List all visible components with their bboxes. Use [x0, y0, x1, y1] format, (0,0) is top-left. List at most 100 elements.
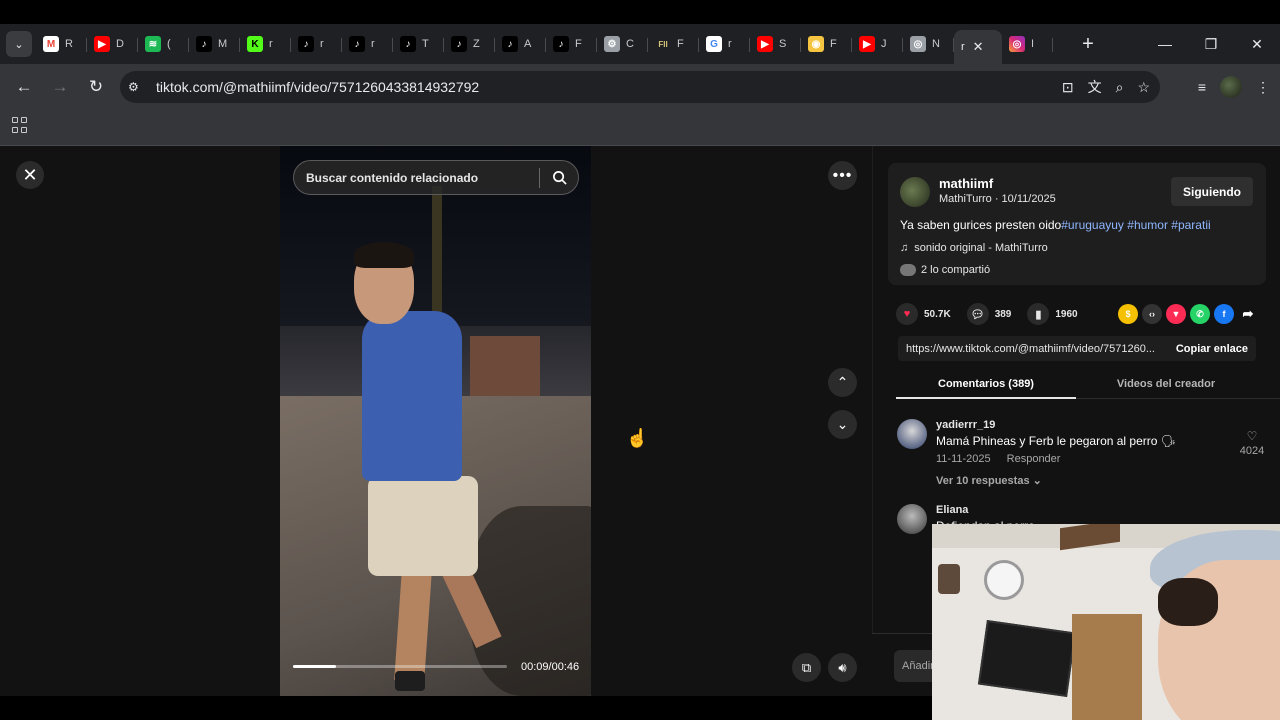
address-bar[interactable]: ⚙ tiktok.com/@mathiimf/video/75712604338… — [120, 71, 1160, 103]
browser-tab[interactable]: ♪ M — [189, 28, 240, 60]
coin-share-icon[interactable]: $ — [1118, 304, 1138, 324]
like-count: 50.7K — [924, 308, 951, 320]
close-video-button[interactable]: ✕ — [16, 161, 44, 189]
tab-creator-videos[interactable]: Videos del creador — [1076, 369, 1256, 399]
tab-comments[interactable]: Comentarios (389) — [896, 369, 1076, 399]
browser-tab[interactable]: ▶ D — [87, 28, 138, 60]
panel-tabs: Comentarios (389) Videos del creador — [896, 369, 1280, 399]
profile-avatar[interactable] — [1220, 76, 1242, 98]
browser-tab[interactable]: ▶ S — [750, 28, 801, 60]
address-url[interactable]: tiktok.com/@mathiimf/video/7571260433814… — [156, 79, 479, 95]
more-options-icon[interactable]: ••• — [828, 161, 857, 190]
copy-link-button[interactable]: Copiar enlace — [1176, 343, 1248, 355]
floating-player-icon[interactable]: ⧉ — [792, 653, 821, 682]
tab-label: r — [269, 38, 273, 50]
tab-label: C — [626, 38, 634, 50]
reply-button[interactable]: Responder — [1007, 453, 1061, 465]
browser-tab[interactable]: ♪ r — [342, 28, 393, 60]
browser-tab[interactable]: ≋( — [138, 28, 189, 60]
browser-tab[interactable]: ▶ J — [852, 28, 903, 60]
media-controls-icon[interactable]: ≡ — [1198, 79, 1206, 95]
browser-tab[interactable]: ♪ A — [495, 28, 546, 60]
browser-tab[interactable]: Kr — [240, 28, 291, 60]
video-person-shirt — [362, 311, 462, 481]
comment-avatar[interactable] — [897, 419, 927, 449]
browser-tab[interactable]: MR — [36, 28, 87, 60]
browser-tab[interactable]: ◉ F — [801, 28, 852, 60]
menu-kebab-icon[interactable]: ⋮ — [1256, 79, 1270, 96]
tab-close-icon[interactable]: ✕ — [973, 39, 984, 55]
browser-tab[interactable]: FII F — [648, 28, 699, 60]
chrome-icon: ◎ — [910, 36, 926, 52]
youtube-icon: ▶ — [757, 36, 773, 52]
webcam-overlay — [932, 524, 1280, 720]
comment-stat[interactable]: 💬︎ 389 — [966, 303, 1011, 325]
tab-instagram[interactable]: ◎ I — [1002, 28, 1053, 60]
browser-tab[interactable]: ♪ T — [393, 28, 444, 60]
like-stat[interactable]: ♥ 50.7K — [896, 303, 951, 325]
video-timecode: 00:09/00:46 — [521, 661, 580, 673]
video-progress-bar[interactable] — [293, 665, 507, 668]
save-stat[interactable]: ▮ 1960 — [1027, 303, 1078, 325]
close-window-icon[interactable]: ✕ — [1234, 24, 1280, 64]
back-icon[interactable]: ← — [8, 71, 40, 103]
send-friends-icon[interactable]: ▼ — [1166, 304, 1186, 324]
tab-search-button[interactable]: ⌄ — [6, 31, 32, 57]
bookmark-star-icon[interactable]: ☆ — [1137, 79, 1150, 96]
view-replies-label: Ver 10 respuestas — [936, 475, 1030, 487]
apps-grid-icon[interactable] — [12, 117, 28, 133]
volume-icon[interactable]: 🔊︎ — [828, 653, 857, 682]
video-pole — [432, 186, 442, 326]
post-link[interactable]: https://www.tiktok.com/@mathiimf/video/7… — [906, 343, 1176, 355]
music-note-icon: ♫ — [900, 242, 909, 254]
restore-icon[interactable]: ❐ — [1188, 24, 1234, 64]
facebook-icon[interactable]: f — [1214, 304, 1234, 324]
tab-active[interactable]: r ✕ — [954, 30, 1002, 64]
comment-date: 11-11-2025 — [936, 453, 991, 465]
comment-username[interactable]: Eliana — [936, 504, 968, 516]
author-username[interactable]: mathiimf — [939, 176, 993, 191]
share-arrow-icon[interactable]: ➦ — [1238, 304, 1258, 324]
browser-tab[interactable]: ♪ r — [291, 28, 342, 60]
comment-avatar[interactable] — [897, 504, 927, 534]
whatsapp-icon[interactable]: ✆ — [1190, 304, 1210, 324]
browser-tab[interactable]: ♪ Z — [444, 28, 495, 60]
webcam-door — [1072, 614, 1142, 720]
tab-label: ( — [167, 38, 171, 50]
comment-username[interactable]: yadierrr_19 — [936, 419, 995, 431]
tiktok-icon: ♪ — [196, 36, 212, 52]
search-icon[interactable] — [540, 170, 578, 185]
embed-icon[interactable]: ‹› — [1142, 304, 1162, 324]
post-hashtags[interactable]: #uruguayuy #humor #paratii — [1061, 218, 1210, 232]
browser-tab[interactable]: ♪ F — [546, 28, 597, 60]
tiktok-icon: ♪ — [502, 36, 518, 52]
browser-tab[interactable]: Gr — [699, 28, 750, 60]
comment-like-button[interactable]: ♡ 4024 — [1237, 429, 1267, 457]
browser-tab[interactable]: ⚙ C — [597, 28, 648, 60]
following-button[interactable]: Siguiendo — [1171, 177, 1253, 206]
view-replies-button[interactable]: Ver 10 respuestas ⌄ — [936, 474, 1042, 487]
install-app-icon[interactable]: ⊡ — [1062, 79, 1074, 96]
new-tab-button[interactable]: + — [1073, 33, 1103, 56]
tab-label: A — [524, 38, 532, 50]
minimize-icon[interactable]: — — [1142, 24, 1188, 64]
forward-icon[interactable]: → — [44, 71, 76, 103]
related-search-input[interactable]: Buscar contenido relacionado — [293, 160, 579, 195]
heart-outline-icon: ♡ — [1246, 429, 1258, 443]
video-player[interactable] — [280, 146, 591, 696]
author-avatar[interactable] — [900, 177, 930, 207]
site-info-icon[interactable]: ⚙ — [128, 80, 150, 94]
window-controls: — ❐ ✕ — [1142, 24, 1280, 64]
post-music[interactable]: ♫ sonido original - MathiTurro — [900, 242, 1048, 254]
translate-icon[interactable]: 文 — [1088, 77, 1102, 97]
video-person-shorts — [368, 476, 478, 576]
previous-video-icon[interactable]: ⌃ — [828, 368, 857, 397]
next-video-icon[interactable]: ⌄ — [828, 410, 857, 439]
spotify-icon: ≋ — [145, 36, 161, 52]
post-shared-by[interactable]: 2 lo compartió — [900, 264, 990, 276]
zoom-icon[interactable]: ⌕ — [1116, 79, 1124, 96]
tiktok-icon: ♪ — [451, 36, 467, 52]
tab-label: N — [932, 38, 940, 50]
reload-icon[interactable]: ↻ — [80, 71, 112, 103]
browser-tab[interactable]: ◎ N — [903, 28, 954, 60]
